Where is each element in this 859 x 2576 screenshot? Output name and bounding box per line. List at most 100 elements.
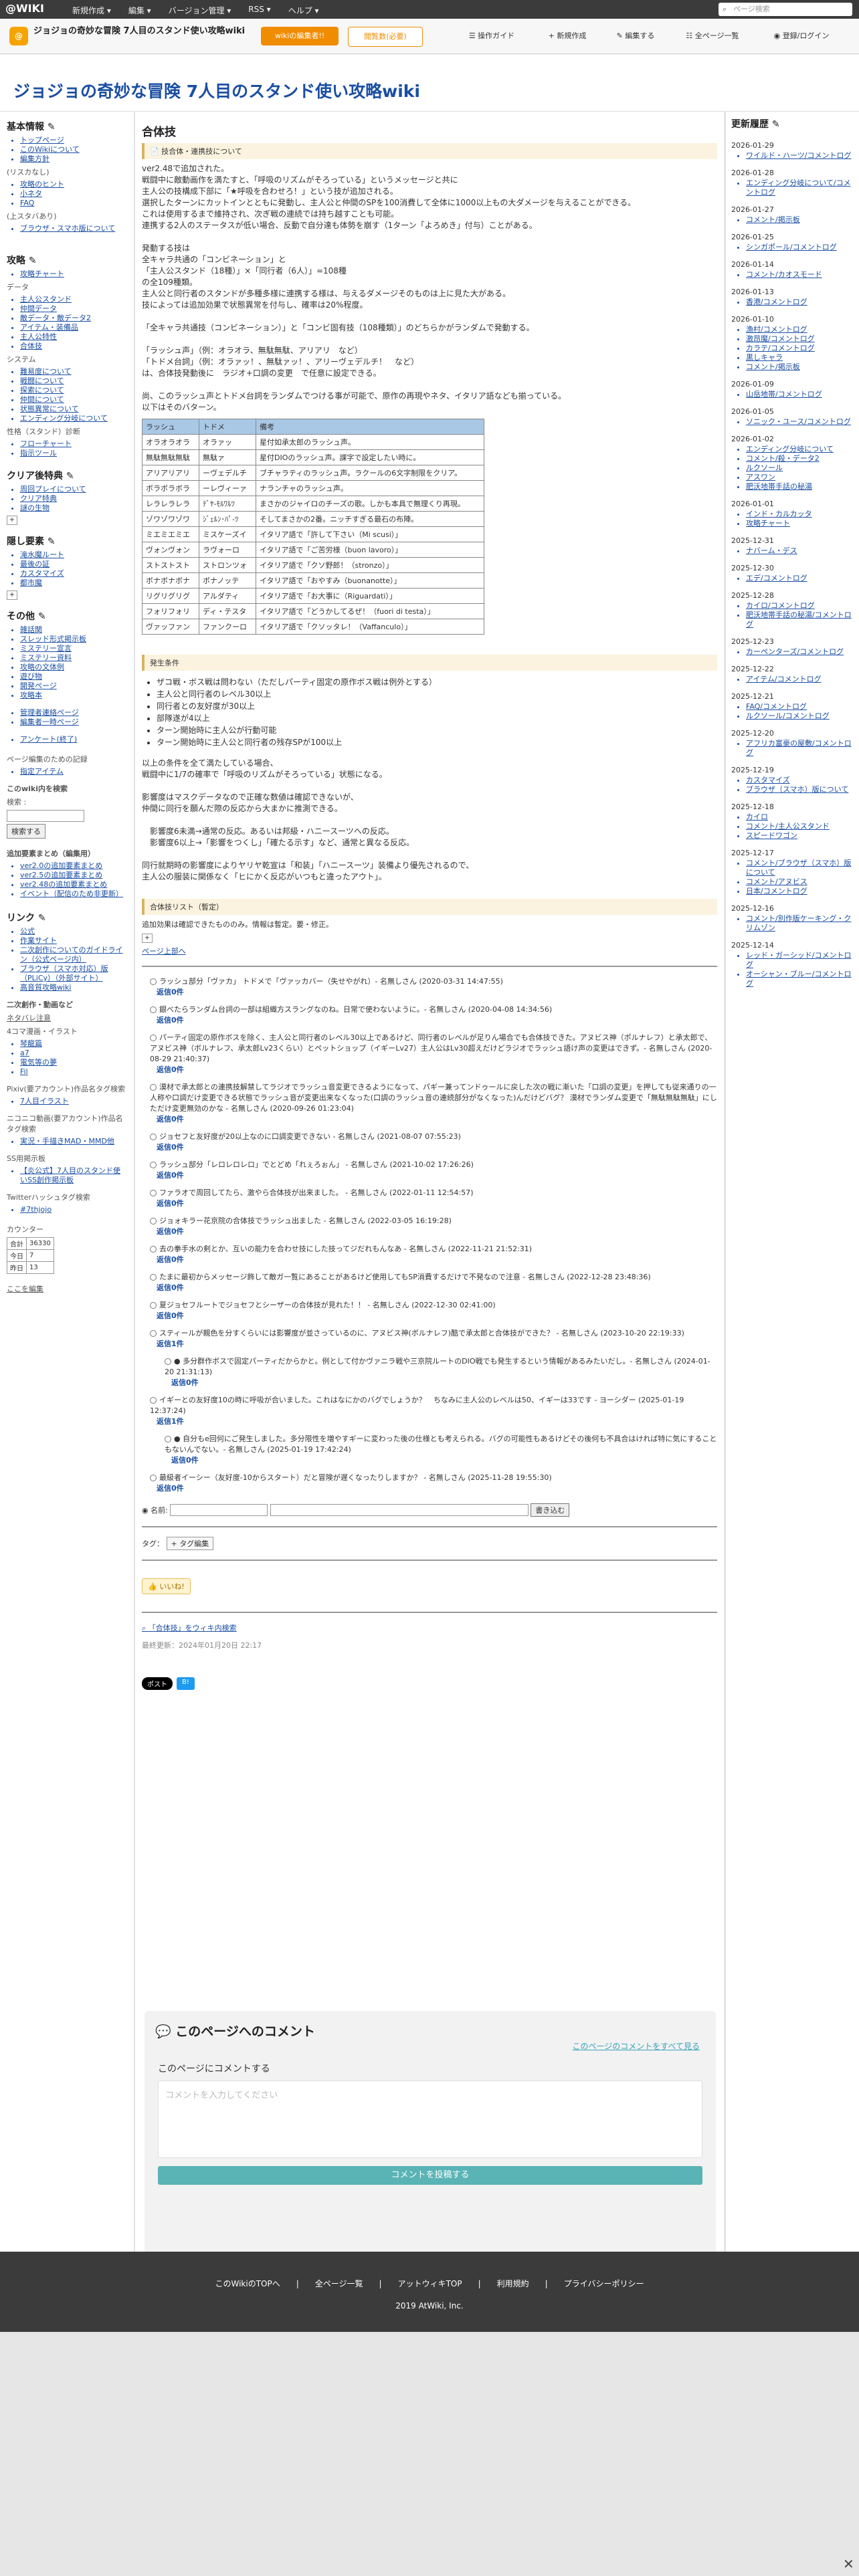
reply-count[interactable]: 返信0件: [157, 1198, 717, 1209]
history-link[interactable]: 日本/コメントログ: [746, 887, 854, 896]
sidebar-link[interactable]: 周回プレイについて: [20, 485, 127, 494]
sidebar-link[interactable]: 敵データ・敵データ2: [20, 314, 127, 323]
history-link[interactable]: アイテム/コメントログ: [746, 675, 854, 684]
history-link[interactable]: 黒しキャラ: [746, 353, 854, 362]
history-link[interactable]: コメント/別作版ケーキング・クリムゾン: [746, 914, 854, 933]
reply-count[interactable]: 返信0件: [157, 1015, 717, 1026]
reply-count[interactable]: 返信0件: [157, 1226, 717, 1237]
radio-button[interactable]: [150, 1190, 157, 1196]
pencil-icon[interactable]: ✎: [38, 913, 46, 924]
history-link[interactable]: スピードワゴン: [746, 831, 854, 841]
sidebar-link[interactable]: カスタマイズ: [20, 569, 127, 578]
sidebar-link[interactable]: #7thjojo: [20, 1205, 127, 1214]
footer-link[interactable]: プライバシーポリシー: [564, 2279, 644, 2288]
history-link[interactable]: エデ/コメントログ: [746, 574, 854, 583]
sidebar-link[interactable]: 琴龍篇: [20, 1039, 127, 1049]
history-link[interactable]: シンガポール/コメントログ: [746, 243, 854, 252]
radio-button[interactable]: [150, 1302, 157, 1309]
new-page-button[interactable]: + 新規作成: [541, 27, 594, 45]
history-link[interactable]: 山岳地帯/コメントログ: [746, 390, 854, 399]
top-menu-item[interactable]: ヘルプ ▾: [288, 5, 319, 16]
history-link[interactable]: エンディング分岐について/コメントログ: [746, 179, 854, 197]
radio-button[interactable]: [150, 1218, 157, 1224]
sidebar-link[interactable]: 都市魔: [20, 578, 127, 588]
sidebar-link[interactable]: Fil: [20, 1067, 127, 1077]
tag-edit-button[interactable]: + タグ編集: [166, 1537, 214, 1550]
sidebar-link[interactable]: ver2.5の追加要素まとめ: [20, 871, 127, 880]
radio-button[interactable]: [150, 978, 157, 985]
radio-button[interactable]: [165, 1358, 171, 1365]
history-link[interactable]: コメント/殺・データ2: [746, 454, 854, 463]
wiki-home-icon[interactable]: @: [9, 27, 28, 45]
reply-count[interactable]: 返信0件: [171, 1455, 717, 1466]
sidebar-link[interactable]: 謎の生物: [20, 504, 127, 513]
history-link[interactable]: エンディング分岐について: [746, 445, 854, 454]
sidebar-link[interactable]: 電気等の夢: [20, 1058, 127, 1067]
history-link[interactable]: コメント/掲示板: [746, 215, 854, 225]
sidebar-link[interactable]: フローチャート: [20, 439, 127, 449]
sidebar-link[interactable]: 攻略のヒント: [20, 180, 127, 189]
radio-button[interactable]: [150, 1134, 157, 1140]
site-title[interactable]: ジョジョの奇妙な冒険 7人目のスタンド使い攻略wiki: [13, 78, 420, 102]
history-link[interactable]: コメント/カオスモード: [746, 270, 854, 280]
comment-textarea[interactable]: コメントを入力してください: [158, 2080, 702, 2158]
sidebar-link[interactable]: 雑話関: [20, 625, 127, 635]
sidebar-link[interactable]: イベント（配信のため非更新）: [20, 889, 127, 899]
sidebar-link[interactable]: 作業サイト: [20, 936, 127, 946]
sidebar-link[interactable]: クリア特典: [20, 494, 127, 504]
sidebar-link[interactable]: ブラウザ・スマホ版について: [20, 224, 127, 233]
footer-link[interactable]: 全ページ一覧: [315, 2279, 363, 2288]
sidebar-link[interactable]: 攻略本: [20, 691, 127, 700]
history-link[interactable]: インド・カルカッタ: [746, 510, 854, 519]
sidebar-link[interactable]: 公式: [20, 927, 127, 936]
all-pages-button[interactable]: ☷ 全ページ一覧: [684, 27, 741, 45]
pencil-icon[interactable]: ✎: [47, 122, 56, 132]
sidebar-link[interactable]: ミステリー宣言: [20, 644, 127, 653]
top-menu-item[interactable]: RSS ▾: [248, 5, 270, 16]
reply-count[interactable]: 返信0件: [157, 1255, 717, 1265]
radio-button[interactable]: ◉: [142, 1506, 151, 1515]
history-link[interactable]: カーペンターズ/コメントログ: [746, 647, 854, 657]
reply-count[interactable]: 返信1件: [157, 1339, 717, 1350]
wiki-editor-button[interactable]: wikiの編集者!!: [261, 27, 339, 45]
history-link[interactable]: カラテ/コメントログ: [746, 344, 854, 353]
top-menu-item[interactable]: 編集 ▾: [128, 5, 151, 16]
sidebar-link[interactable]: 攻略の文体例: [20, 663, 127, 672]
expand-toggle[interactable]: +: [7, 516, 17, 525]
sidebar-link[interactable]: 合体技: [20, 342, 127, 351]
history-link[interactable]: コメント/主人公スタンド: [746, 822, 854, 831]
radio-button[interactable]: [150, 1246, 157, 1253]
fan-sub[interactable]: ネタバレ注意: [7, 1012, 127, 1023]
wiki-search-link[interactable]: ⌕ 「合体技」をウィキ内検索: [142, 1622, 717, 1633]
sidebar-link[interactable]: 編集方針: [20, 154, 127, 164]
pencil-icon[interactable]: ✎: [47, 536, 56, 547]
sidebar-link[interactable]: FAQ: [20, 199, 127, 208]
reply-count[interactable]: 返信0件: [157, 1483, 717, 1494]
history-link[interactable]: 漁村/コメントログ: [746, 325, 854, 334]
sidebar-link[interactable]: 探索について: [20, 386, 127, 395]
reply-count[interactable]: 返信0件: [157, 1311, 717, 1321]
sidebar-link[interactable]: エンディング分岐について: [20, 414, 127, 423]
sidebar-link[interactable]: 最後の証: [20, 560, 127, 569]
sidebar-link[interactable]: 【炎公式】7人目のスタンド使いSS創作掲示板: [20, 1166, 127, 1185]
post-comment-button[interactable]: コメントを投稿する: [158, 2166, 702, 2185]
wiki-name[interactable]: ジョジョの奇妙な冒険 7人目のスタンド使い攻略wiki: [33, 25, 248, 37]
top-menu-item[interactable]: 新規作成 ▾: [72, 5, 111, 16]
sidebar-link[interactable]: 指示ツール: [20, 449, 127, 458]
history-link[interactable]: アスワン: [746, 473, 854, 482]
pencil-icon[interactable]: ✎: [772, 119, 780, 130]
x-post-button[interactable]: ポスト: [142, 1677, 173, 1690]
sidebar-link[interactable]: 滝水魔ルート: [20, 550, 127, 560]
sidebar-link[interactable]: ver2.0の追加要素まとめ: [20, 861, 127, 871]
sidebar-link[interactable]: 管理者連絡ページ: [20, 708, 127, 718]
login-button[interactable]: ◉ 登録/ログイン: [768, 27, 835, 45]
wiki-search-input[interactable]: [7, 810, 84, 822]
sidebar-link[interactable]: ミステリー資料: [20, 653, 127, 663]
sidebar-link[interactable]: a7: [20, 1049, 127, 1058]
radio-button[interactable]: [150, 1162, 157, 1168]
expand-toggle[interactable]: +: [7, 591, 17, 600]
expand-toggle[interactable]: +: [142, 934, 153, 943]
reply-count[interactable]: 返信0件: [157, 987, 717, 998]
sidebar-link[interactable]: 実況・手描きMAD・MMD他: [20, 1137, 127, 1146]
history-link[interactable]: レッド・ガーシッド/コメントログ: [746, 951, 854, 970]
